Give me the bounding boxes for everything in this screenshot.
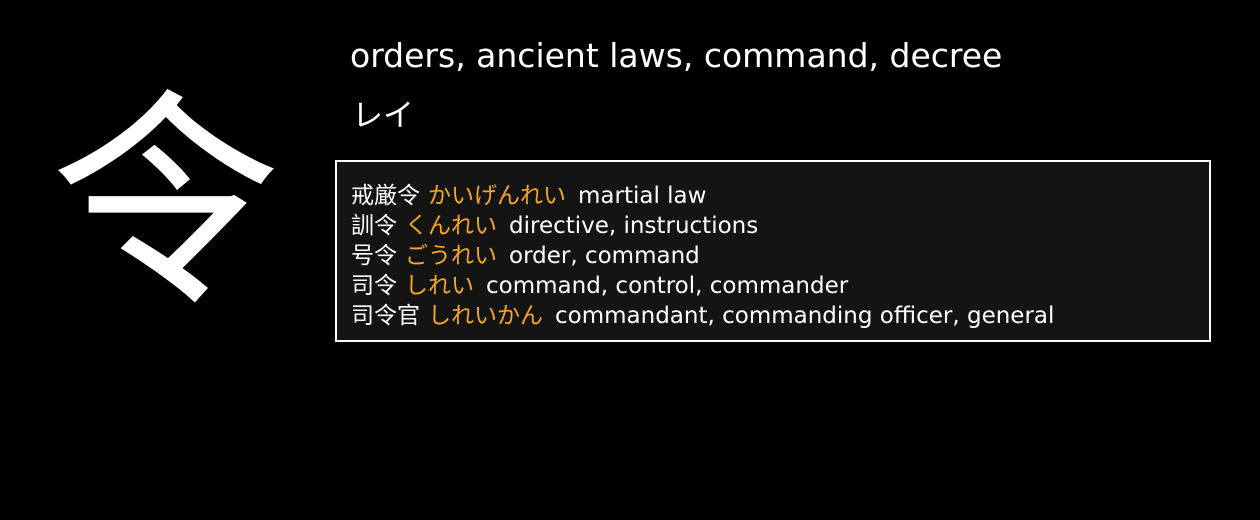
example-gloss: order, command bbox=[509, 243, 700, 269]
example-gloss: martial law bbox=[578, 183, 707, 209]
example-word: 訓令 bbox=[351, 213, 397, 239]
example-gloss: directive, instructions bbox=[509, 213, 759, 239]
example-gloss: command, control, commander bbox=[486, 273, 849, 299]
example-kana: しれいかん bbox=[428, 303, 543, 329]
example-word: 司令 bbox=[351, 273, 397, 299]
list-item: 号令 ごうれい order, command bbox=[351, 241, 1054, 271]
example-gloss: commandant, commanding officer, general bbox=[555, 303, 1055, 329]
example-word: 戒厳令 bbox=[351, 183, 420, 209]
examples-panel: 戒厳令 かいげんれい martial law 訓令 くんれい directive, in… bbox=[335, 160, 1211, 342]
list-item: 司令官 しれいかん commandant, commanding officer, … bbox=[351, 301, 1054, 331]
list-item: 訓令 くんれい directive, instructions bbox=[351, 211, 1054, 241]
example-kana: くんれい bbox=[405, 213, 497, 239]
example-kana: かいげんれい bbox=[428, 183, 566, 209]
example-word: 号令 bbox=[351, 243, 397, 269]
example-list: 戒厳令 かいげんれい martial law 訓令 くんれい directive, in… bbox=[351, 181, 1054, 331]
example-kana: ごうれい bbox=[405, 243, 497, 269]
example-kana: しれい bbox=[405, 273, 474, 299]
example-word: 司令官 bbox=[351, 303, 420, 329]
kanji-meaning: orders, ancient laws, command, decree bbox=[350, 36, 1003, 75]
kanji-character: 令 bbox=[49, 71, 280, 338]
kanji-reading: レイ bbox=[352, 98, 414, 134]
list-item: 戒厳令 かいげんれい martial law bbox=[351, 181, 1054, 211]
list-item: 司令 しれい command, control, commander bbox=[351, 271, 1054, 301]
